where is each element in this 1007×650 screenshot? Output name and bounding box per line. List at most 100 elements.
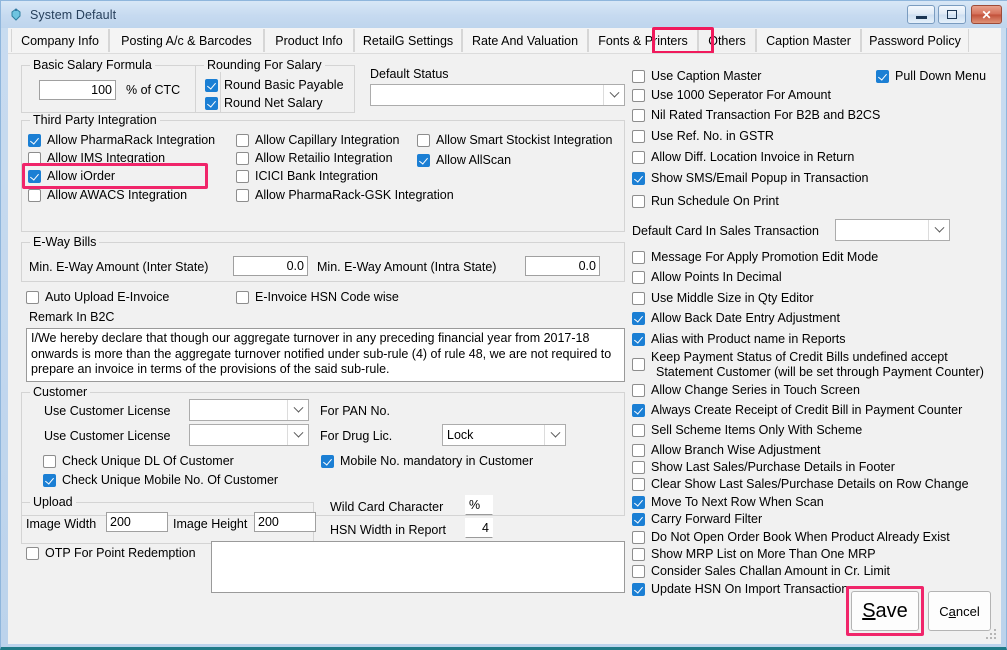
checkbox-allow-pharmarack-gsk-integration[interactable]: Allow PharmaRack-GSK Integration xyxy=(236,188,454,202)
checkbox-icon xyxy=(632,424,645,437)
checkbox-pull-down-menu[interactable]: Pull Down Menu xyxy=(876,69,986,83)
remark-in-b2c-textarea[interactable]: I/We hereby declare that though our aggr… xyxy=(26,328,625,382)
basic-salary-value-input[interactable]: 100 xyxy=(39,80,116,100)
checkbox-icon xyxy=(632,151,645,164)
tab-posting-ac-barcodes[interactable]: Posting A/c & Barcodes xyxy=(109,29,264,52)
checkbox-use-caption-master[interactable]: Use Caption Master xyxy=(632,69,761,83)
tab-retailg-settings[interactable]: RetailG Settings xyxy=(354,29,462,52)
chevron-down-icon[interactable] xyxy=(287,425,308,445)
checkbox-allow-allscan[interactable]: Allow AllScan xyxy=(417,153,511,167)
image-height-input[interactable]: 200 xyxy=(254,512,316,532)
checkbox-icici-bank-integration[interactable]: ICICI Bank Integration xyxy=(236,169,378,183)
checkbox-icon xyxy=(236,134,249,147)
tab-strip: Company Info Posting A/c & Barcodes Prod… xyxy=(8,27,1001,54)
use-customer-license-drug-combo[interactable] xyxy=(189,424,309,446)
checkbox-icon xyxy=(417,134,430,147)
chevron-down-icon[interactable] xyxy=(544,425,565,445)
checkbox-label: Allow PharmaRack Integration xyxy=(47,133,216,147)
otp-memo-textarea[interactable] xyxy=(211,541,625,593)
chevron-down-icon[interactable] xyxy=(603,85,624,105)
checkbox-do-not-open-order-book-when-product-already-exist[interactable]: Do Not Open Order Book When Product Alre… xyxy=(632,530,950,544)
checkbox-move-to-next-row-when-scan[interactable]: Move To Next Row When Scan xyxy=(632,495,824,509)
wild-card-character-label: Wild Card Character xyxy=(330,500,444,514)
checkbox-check-unique-dl-of-customer[interactable]: Check Unique DL Of Customer xyxy=(43,454,234,468)
checkbox-allow-ims-integration[interactable]: Allow IMS Integration xyxy=(28,151,165,165)
chevron-down-icon[interactable] xyxy=(287,400,308,420)
default-status-combo[interactable] xyxy=(370,84,625,106)
checkbox-mobile-no-mandatory-in-customer[interactable]: Mobile No. mandatory in Customer xyxy=(321,454,533,468)
min-eway-intra-input[interactable]: 0.0 xyxy=(525,256,600,276)
checkbox-allow-retailio-integration[interactable]: Allow Retailio Integration xyxy=(236,151,393,165)
checkbox-label: Nil Rated Transaction For B2B and B2CS xyxy=(651,108,881,122)
checkbox-sell-scheme-items-only-with-scheme[interactable]: Sell Scheme Items Only With Scheme xyxy=(632,423,862,437)
checkbox-use-ref-no-in-gstr[interactable]: Use Ref. No. in GSTR xyxy=(632,129,774,143)
save-button-accel: S xyxy=(862,599,876,622)
checkbox-round-basic-payable[interactable]: Round Basic Payable xyxy=(205,78,344,92)
default-card-in-sales-transaction-combo[interactable] xyxy=(835,219,950,241)
checkbox-icon xyxy=(632,333,645,346)
wild-card-character-input[interactable]: % xyxy=(465,495,493,515)
checkbox-allow-points-in-decimal[interactable]: Allow Points In Decimal xyxy=(632,270,782,284)
default-status-label: Default Status xyxy=(370,67,449,81)
close-icon[interactable]: ✕ xyxy=(971,5,1002,24)
checkbox-allow-diff-location-invoice-in-return[interactable]: Allow Diff. Location Invoice in Return xyxy=(632,150,854,164)
checkbox-message-for-apply-promotion-edit-mode[interactable]: Message For Apply Promotion Edit Mode xyxy=(632,250,878,264)
checkbox-allow-smart-stockist-integration[interactable]: Allow Smart Stockist Integration xyxy=(417,133,612,147)
checkbox-show-sms-email-popup-in-transaction[interactable]: Show SMS/Email Popup in Transaction xyxy=(632,171,868,185)
tab-password-policy[interactable]: Password Policy xyxy=(861,29,969,52)
checkbox-icon xyxy=(876,70,889,83)
image-width-input[interactable]: 200 xyxy=(106,512,168,532)
tab-company-info[interactable]: Company Info xyxy=(11,29,109,52)
checkbox-always-create-receipt-of-credit-bill[interactable]: Always Create Receipt of Credit Bill in … xyxy=(632,403,962,417)
checkbox-auto-upload-einvoice[interactable]: Auto Upload E-Invoice xyxy=(26,290,169,304)
checkbox-keep-payment-status-of-credit-bills[interactable]: Keep Payment Status of Credit Bills unde… xyxy=(632,350,984,380)
checkbox-show-mrp-list-on-more-than-one-mrp[interactable]: Show MRP List on More Than One MRP xyxy=(632,547,876,561)
checkbox-allow-back-date-entry-adjustment[interactable]: Allow Back Date Entry Adjustment xyxy=(632,311,840,325)
checkbox-clear-show-last-sales-purchase-details-on-row-change[interactable]: Clear Show Last Sales/Purchase Details o… xyxy=(632,477,969,491)
checkbox-nil-rated-transaction-for-b2b-and-b2cs[interactable]: Nil Rated Transaction For B2B and B2CS xyxy=(632,108,880,122)
resize-grip[interactable] xyxy=(985,629,997,641)
checkbox-otp-for-point-redemption[interactable]: OTP For Point Redemption xyxy=(26,546,196,560)
checkbox-label: Allow Capillary Integration xyxy=(255,133,400,147)
cancel-button[interactable]: Cancel xyxy=(928,591,991,631)
checkbox-allow-awacs-integration[interactable]: Allow AWACS Integration xyxy=(28,188,187,202)
checkbox-run-schedule-on-print[interactable]: Run Schedule On Print xyxy=(632,194,779,208)
checkbox-show-last-sales-purchase-details-in-footer[interactable]: Show Last Sales/Purchase Details in Foot… xyxy=(632,460,895,474)
checkbox-label: Allow Branch Wise Adjustment xyxy=(651,443,821,457)
hsn-width-in-report-input[interactable]: 4 xyxy=(465,518,493,538)
checkbox-allow-capillary-integration[interactable]: Allow Capillary Integration xyxy=(236,133,400,147)
checkbox-alias-with-product-name-in-reports[interactable]: Alias with Product name in Reports xyxy=(632,332,846,346)
tab-product-info[interactable]: Product Info xyxy=(264,29,354,52)
checkbox-allow-iorder[interactable]: Allow iOrder xyxy=(28,169,115,183)
min-eway-inter-input[interactable]: 0.0 xyxy=(233,256,308,276)
checkbox-icon xyxy=(632,461,645,474)
checkbox-allow-pharmarack-integration[interactable]: Allow PharmaRack Integration xyxy=(28,133,215,147)
minimize-icon[interactable] xyxy=(907,5,935,24)
checkbox-icon xyxy=(632,292,645,305)
checkbox-label: Update HSN On Import Transaction xyxy=(651,582,849,596)
checkbox-check-unique-mobile-no-of-customer[interactable]: Check Unique Mobile No. Of Customer xyxy=(43,473,278,487)
checkbox-round-net-salary[interactable]: Round Net Salary xyxy=(205,96,323,110)
tab-fonts-printers[interactable]: Fonts & Printers xyxy=(588,29,698,52)
checkbox-use-1000-seperator-for-amount[interactable]: Use 1000 Seperator For Amount xyxy=(632,88,831,102)
save-button[interactable]: Save xyxy=(851,591,919,631)
checkbox-icon xyxy=(632,251,645,264)
checkbox-icon xyxy=(28,170,41,183)
checkbox-allow-change-series-in-touch-screen[interactable]: Allow Change Series in Touch Screen xyxy=(632,383,860,397)
use-customer-license-pan-combo[interactable] xyxy=(189,399,309,421)
checkbox-update-hsn-on-import-transaction[interactable]: Update HSN On Import Transaction xyxy=(632,582,848,596)
tab-caption-master[interactable]: Caption Master xyxy=(756,29,861,52)
checkbox-consider-sales-challan-amount-in-cr-limit[interactable]: Consider Sales Challan Amount in Cr. Lim… xyxy=(632,564,890,578)
checkbox-allow-branch-wise-adjustment[interactable]: Allow Branch Wise Adjustment xyxy=(632,443,821,457)
checkbox-einvoice-hsn-code-wise[interactable]: E-Invoice HSN Code wise xyxy=(236,290,399,304)
checkbox-label: Allow Smart Stockist Integration xyxy=(436,133,613,147)
chevron-down-icon[interactable] xyxy=(928,220,949,240)
checkbox-use-middle-size-in-qty-editor[interactable]: Use Middle Size in Qty Editor xyxy=(632,291,814,305)
checkbox-carry-forward-filter[interactable]: Carry Forward Filter xyxy=(632,512,762,526)
tab-others[interactable]: Others xyxy=(698,29,756,52)
tab-rate-and-valuation[interactable]: Rate And Valuation xyxy=(462,29,588,52)
drug-lic-lock-combo[interactable]: Lock xyxy=(442,424,566,446)
maximize-icon[interactable] xyxy=(938,5,966,24)
for-pan-no-label: For PAN No. xyxy=(320,404,390,418)
checkbox-icon xyxy=(632,531,645,544)
